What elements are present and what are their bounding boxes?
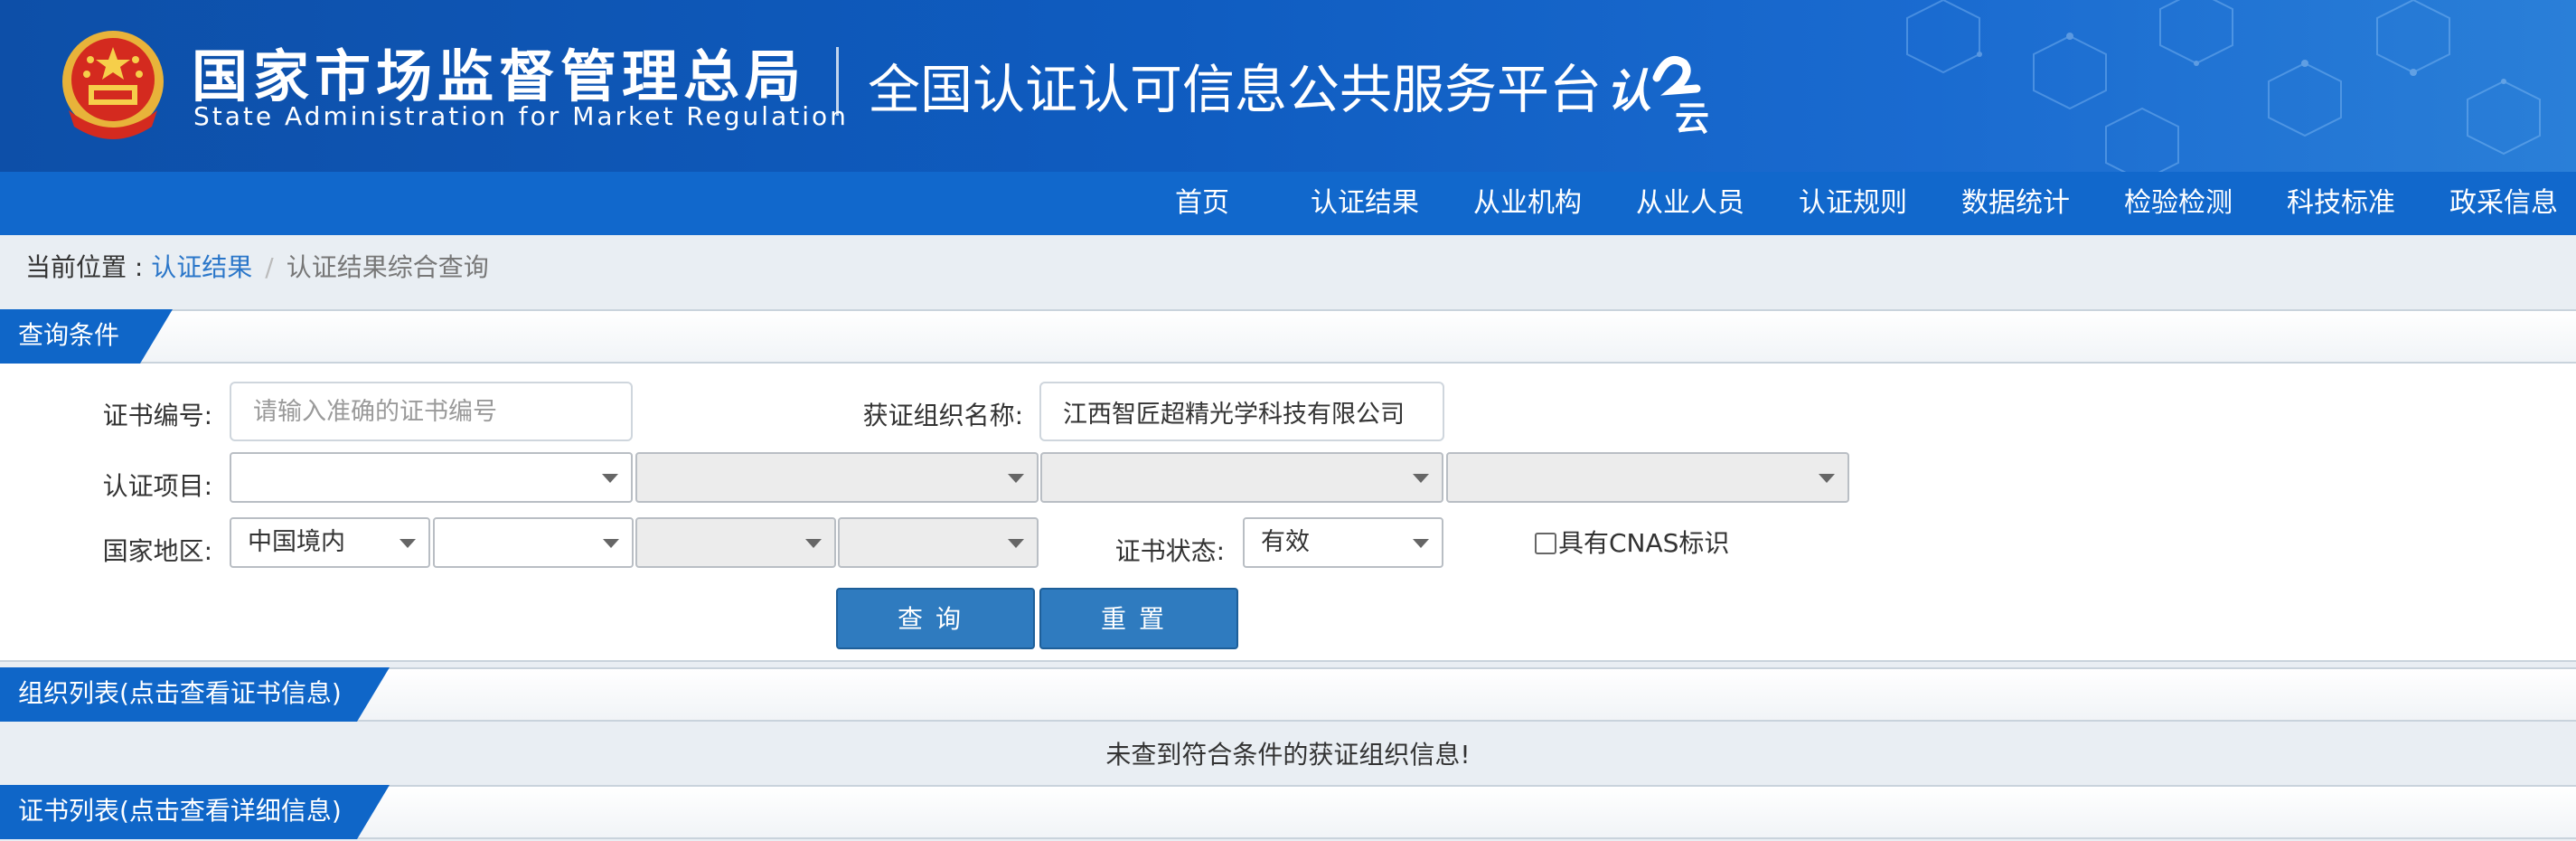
chevron-down-icon xyxy=(1008,539,1024,548)
site-header: 国家市场监督管理总局 State Administration for Mark… xyxy=(0,0,2576,172)
cnas-checkbox-label: 具有CNAS标识 xyxy=(1558,528,1730,558)
org-name-label: 获证组织名称: xyxy=(862,401,1023,430)
search-button[interactable]: 查询 xyxy=(836,588,1035,649)
chevron-down-icon xyxy=(1008,474,1024,483)
region-select-district xyxy=(838,517,1039,568)
region-select-province[interactable] xyxy=(433,517,634,568)
renyun-logo-icon: 认 云 xyxy=(1606,56,1709,134)
nav-item-home[interactable]: 首页 xyxy=(1134,172,1270,235)
nav-item-inspection[interactable]: 检验检测 xyxy=(2111,172,2246,235)
chevron-down-icon xyxy=(603,539,619,548)
header-divider xyxy=(836,47,839,116)
cnas-checkbox[interactable] xyxy=(1535,533,1556,554)
nav-item-cert-rules[interactable]: 认证规则 xyxy=(1785,172,1921,235)
query-section-header: 查询条件 xyxy=(0,309,2576,364)
org-list-section-title: 组织列表(点击查看证书信息) xyxy=(0,667,390,722)
region-label: 国家地区: xyxy=(102,536,212,566)
chevron-down-icon xyxy=(602,474,618,483)
nav-item-personnel[interactable]: 从业人员 xyxy=(1622,172,1758,235)
region-select-country[interactable]: 中国境内 xyxy=(230,517,430,568)
chevron-down-icon xyxy=(1819,474,1835,483)
hexagon-pattern-icon xyxy=(1906,0,2541,172)
chevron-down-icon xyxy=(805,539,822,548)
cert-no-label: 证书编号: xyxy=(102,401,212,430)
breadcrumb-link-cert-results[interactable]: 认证结果 xyxy=(151,252,252,282)
reset-button[interactable]: 重置 xyxy=(1039,588,1238,649)
nav-item-cert-results[interactable]: 认证结果 xyxy=(1297,172,1433,235)
region-select-city xyxy=(635,517,836,568)
nav-item-tech-standards[interactable]: 科技标准 xyxy=(2273,172,2409,235)
chevron-down-icon xyxy=(400,539,416,548)
main-nav: 首页 认证结果 从业机构 从业人员 认证规则 数据统计 检验检测 科技标准 政采… xyxy=(0,172,2576,235)
cert-item-select-2 xyxy=(635,452,1039,503)
cert-item-select-3 xyxy=(1040,452,1443,503)
org-name-input[interactable] xyxy=(1039,382,1444,441)
query-section-title: 查询条件 xyxy=(0,309,173,364)
cert-item-select-4 xyxy=(1446,452,1849,503)
national-emblem-icon xyxy=(62,31,164,139)
nav-item-institutions[interactable]: 从业机构 xyxy=(1460,172,1595,235)
cert-list-section-header: 证书列表(点击查看详细信息) xyxy=(0,785,2576,839)
agency-name-en: State Administration for Market Regulati… xyxy=(193,101,849,131)
org-list-empty-message: 未查到符合条件的获证组织信息! xyxy=(0,723,2576,787)
nav-item-statistics[interactable]: 数据统计 xyxy=(1948,172,2083,235)
cert-item-select-1[interactable] xyxy=(230,452,633,503)
cnas-checkbox-wrap[interactable]: 具有CNAS标识 xyxy=(1535,528,1729,559)
cert-item-label: 认证项目: xyxy=(102,471,212,501)
svg-text:云: 云 xyxy=(1675,99,1709,134)
breadcrumb-separator: / xyxy=(265,252,274,282)
org-list-section-header: 组织列表(点击查看证书信息) xyxy=(0,667,2576,722)
cert-status-selected-value: 有效 xyxy=(1261,528,1310,556)
cert-status-label: 证书状态: xyxy=(1114,536,1225,566)
svg-text:认: 认 xyxy=(1606,65,1651,118)
breadcrumb-prefix: 当前位置 : xyxy=(25,252,152,282)
cert-status-select[interactable]: 有效 xyxy=(1243,517,1443,568)
platform-title: 全国认证认可信息公共服务平台 xyxy=(868,59,1603,120)
cert-list-section-title: 证书列表(点击查看详细信息) xyxy=(0,785,390,839)
breadcrumb: 当前位置 : 认证结果 / 认证结果综合查询 xyxy=(25,251,489,284)
chevron-down-icon xyxy=(1413,474,1429,483)
cert-no-input[interactable] xyxy=(230,382,633,441)
chevron-down-icon xyxy=(1413,539,1429,548)
nav-item-procurement[interactable]: 政采信息 xyxy=(2436,172,2571,235)
breadcrumb-current: 认证结果综合查询 xyxy=(286,252,489,282)
agency-name-cn: 国家市场监督管理总局 xyxy=(192,43,807,109)
region-selected-value: 中国境内 xyxy=(248,528,345,556)
